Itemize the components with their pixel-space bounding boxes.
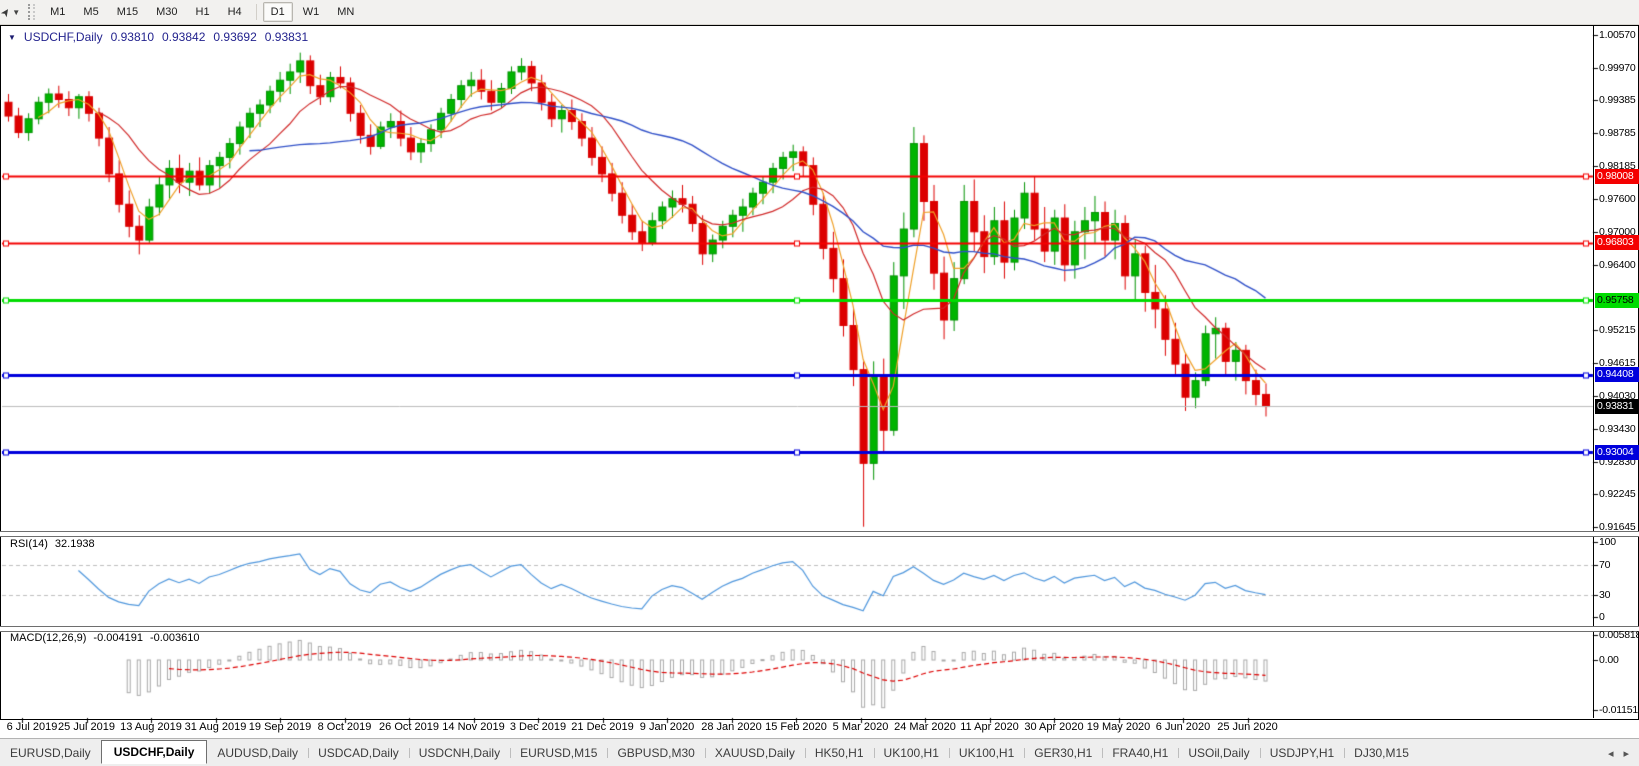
tab-usdcad-daily[interactable]: USDCAD,Daily	[308, 742, 409, 764]
date-axis-label: 19 May 2020	[1086, 721, 1151, 733]
tab-eurusd-daily[interactable]: EURUSD,Daily	[0, 742, 101, 764]
date-axis-label: 14 Nov 2019	[442, 721, 505, 733]
date-axis-label: 6 Jun 2020	[1155, 721, 1211, 733]
date-axis-label: 5 Mar 2020	[832, 721, 889, 733]
price-level-badge: 0.93004	[1595, 444, 1639, 460]
timeframe-button-m5[interactable]: M5	[75, 2, 106, 22]
price-axis-label: 0.96400	[1599, 258, 1636, 271]
date-axis-label: 26 Oct 2019	[379, 721, 439, 733]
tab-audusd-daily[interactable]: AUDUSD,Daily	[207, 742, 308, 764]
rsi-axis-label: 30	[1599, 588, 1611, 601]
toolbar-drag-grip[interactable]	[28, 4, 36, 20]
tab-xauusd-daily[interactable]: XAUUSD,Daily	[704, 742, 805, 764]
date-axis-label: 9 Jan 2020	[639, 721, 695, 733]
cursor-tool-button[interactable]: ➤ ▼	[0, 0, 24, 24]
macd-value: -0.004191	[93, 632, 143, 644]
price-level-badge: 0.94408	[1595, 367, 1639, 383]
price-axis-label: 0.93430	[1599, 422, 1636, 435]
tab-hk50-h1[interactable]: HK50,H1	[804, 742, 874, 764]
date-axis-label: 6 Jul 2019	[6, 721, 58, 733]
timeframe-button-m1[interactable]: M1	[42, 2, 73, 22]
chart-tab-bar: EURUSD,Daily USDCHF,Daily AUDUSD,Daily USDC…	[0, 738, 1639, 766]
chart-tabs: EURUSD,Daily USDCHF,Daily AUDUSD,Daily USDC…	[0, 739, 1419, 766]
date-axis-label: 31 Aug 2019	[184, 721, 247, 733]
tab-scroll-left-icon[interactable]: ◂	[1608, 747, 1614, 760]
date-axis-label: 11 Apr 2020	[960, 721, 1019, 733]
price-axis-label: 0.95215	[1599, 324, 1636, 337]
timeframe-button-h4[interactable]: H4	[220, 2, 250, 22]
terminal-window: ➤ ▼ M1 M5 M15 M30 H1 H4 D1 W1 MN ▼ USDCHF,Daily …	[0, 0, 1639, 766]
date-axis-label: 21 Dec 2019	[571, 721, 634, 733]
timeframes-toolbar: ➤ ▼ M1 M5 M15 M30 H1 H4 D1 W1 MN	[0, 0, 1639, 25]
price-axis-label: 0.92245	[1599, 487, 1636, 500]
timeframe-button-mn[interactable]: MN	[329, 2, 362, 22]
rsi-value: 32.1938	[54, 538, 95, 550]
ohlc-close: 0.93831	[264, 30, 309, 44]
rsi-label: RSI(14) 32.1938	[10, 538, 95, 550]
macd-axis-label: 0.00	[1599, 654, 1619, 666]
price-level-badge: 0.93831	[1595, 398, 1639, 414]
tab-eurusd-m15[interactable]: EURUSD,M15	[510, 742, 607, 764]
price-axis-label: 0.99385	[1599, 94, 1636, 107]
date-axis-label: 30 Apr 2020	[1024, 721, 1084, 733]
price-axis-label: 1.00570	[1599, 29, 1636, 41]
rsi-axis-label: 100	[1599, 536, 1616, 548]
rsi-name: RSI(14)	[10, 538, 48, 550]
date-axis-label: 25 Jun 2020	[1217, 721, 1278, 733]
toolbar-separator	[255, 4, 257, 20]
tab-usdcnh-daily[interactable]: USDCNH,Daily	[408, 742, 510, 764]
price-axis-label: 0.91645	[1599, 521, 1636, 533]
macd-name: MACD(12,26,9)	[10, 632, 87, 644]
tab-uk100-h1[interactable]: UK100,H1	[873, 742, 949, 764]
timeframe-button-m30[interactable]: M30	[148, 2, 185, 22]
date-axis-label: 28 Jan 2020	[701, 721, 762, 733]
price-axis-label: 0.97600	[1599, 192, 1636, 205]
tab-usdjpy-h1[interactable]: USDJPY,H1	[1259, 742, 1344, 764]
tab-dj30-m15[interactable]: DJ30,M15	[1344, 742, 1419, 764]
tab-usoil-daily[interactable]: USOil,Daily	[1178, 742, 1259, 764]
chart-collapse-icon[interactable]: ▼	[8, 33, 16, 42]
date-axis-label: 24 Mar 2020	[894, 721, 956, 733]
date-axis-label: 8 Oct 2019	[317, 721, 372, 733]
tab-uk100-h1[interactable]: UK100,H1	[948, 742, 1024, 764]
ohlc-open: 0.93810	[110, 30, 154, 44]
chart-title: ▼ USDCHF,Daily 0.93810 0.93842 0.93692 0…	[8, 30, 308, 44]
tab-gbpusd-m30[interactable]: GBPUSD,M30	[607, 742, 704, 764]
date-axis-label: 25 Jul 2019	[58, 721, 115, 733]
macd-label: MACD(12,26,9) -0.004191 -0.003610	[10, 632, 200, 644]
chart-symbol-period: USDCHF,Daily	[23, 30, 103, 44]
timeframe-button-w1[interactable]: W1	[295, 2, 328, 22]
price-level-badge: 0.95758	[1595, 292, 1639, 308]
price-axis-label: 0.98785	[1599, 127, 1636, 140]
date-axis-label: 3 Dec 2019	[509, 721, 567, 733]
price-level-badge: 0.98008	[1595, 168, 1639, 184]
price-axis-label: 0.99970	[1599, 62, 1636, 75]
price-level-badge: 0.96803	[1595, 235, 1639, 251]
tab-ger30-h1[interactable]: GER30,H1	[1024, 742, 1102, 764]
price-chart-canvas[interactable]	[0, 0, 1639, 766]
macd-signal-value: -0.003610	[149, 632, 200, 644]
timeframe-button-m15[interactable]: M15	[109, 2, 146, 22]
timeframe-button-h1[interactable]: H1	[188, 2, 218, 22]
tab-scrollers: ◂ ▸	[1608, 747, 1639, 760]
timeframe-buttons: M1 M5 M15 M30 H1 H4 D1 W1 MN	[41, 2, 363, 22]
tab-fra40-h1[interactable]: FRA40,H1	[1102, 742, 1178, 764]
ohlc-low: 0.93692	[213, 30, 257, 44]
date-axis-label: 13 Aug 2019	[120, 721, 182, 733]
date-axis-label: 15 Feb 2020	[765, 721, 827, 733]
ohlc-high: 0.93842	[162, 30, 206, 44]
macd-axis-label: -0.011514	[1599, 703, 1639, 716]
tab-scroll-right-icon[interactable]: ▸	[1623, 747, 1629, 760]
date-axis-label: 19 Sep 2019	[248, 721, 312, 733]
rsi-axis-label: 0	[1599, 611, 1605, 623]
macd-axis-label: 0.005818	[1599, 628, 1639, 641]
tab-usdchf-daily[interactable]: USDCHF,Daily	[100, 739, 208, 764]
rsi-axis-label: 70	[1599, 558, 1611, 571]
timeframe-button-d1[interactable]: D1	[262, 2, 293, 22]
